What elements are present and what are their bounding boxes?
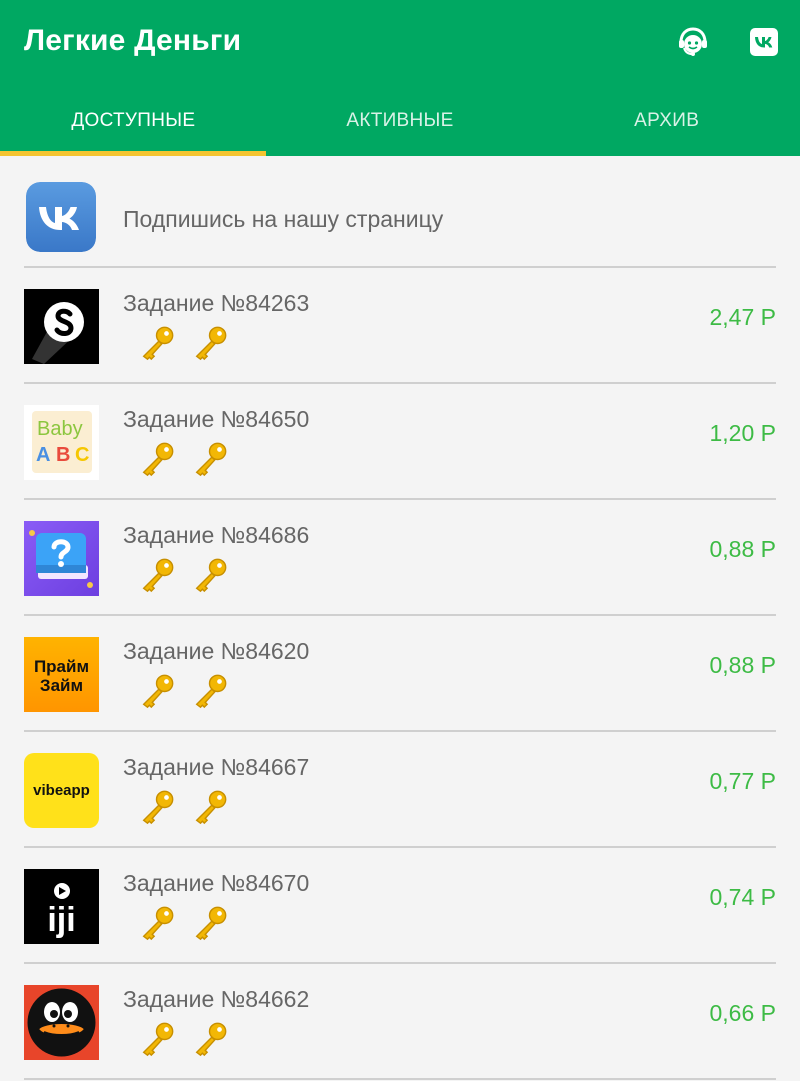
sleek-s-app-icon	[24, 289, 99, 364]
prime-zaim-app-icon: Прайм Займ	[24, 637, 99, 712]
key-rating	[138, 324, 229, 362]
task-row[interactable]: Задание №84263 2,47 Р	[0, 268, 800, 384]
vk-logo-icon	[26, 182, 96, 252]
vibeapp-app-icon: vibeapp	[24, 753, 99, 828]
tab-available[interactable]: ДОСТУПНЫЕ	[0, 88, 267, 156]
vk-icon[interactable]	[746, 24, 782, 60]
task-row[interactable]: Задание №84686 0,88 Р	[0, 500, 800, 616]
prime-zaim-icon-text: Займ	[40, 676, 83, 695]
task-title: Задание №84686	[123, 522, 310, 548]
key-icon	[195, 790, 227, 825]
iji-app-icon: iji	[24, 869, 99, 944]
baby-abc-app-icon: Baby A B C	[24, 405, 99, 480]
task-price: 0,74 Р	[709, 884, 777, 910]
key-rating	[138, 556, 229, 594]
task-title: Задание №84620	[123, 638, 310, 664]
task-row[interactable]: Прайм Займ Задание №84620 0,88 Р	[0, 616, 800, 732]
quiz-book-app-icon	[24, 521, 99, 596]
task-price: 0,66 Р	[709, 1000, 777, 1026]
task-title: Задание №84670	[123, 870, 310, 896]
task-price: 1,20 Р	[709, 420, 777, 446]
task-price: 2,47 Р	[709, 304, 777, 330]
key-rating	[138, 788, 229, 826]
key-rating	[138, 440, 229, 478]
task-row[interactable]: Baby A B C Задание №84650 1,20 Р	[0, 384, 800, 500]
baby-abc-icon-text: C	[75, 444, 89, 466]
baby-abc-icon-text: A	[36, 444, 50, 466]
key-rating	[138, 1020, 229, 1058]
task-title: Задание №84263	[123, 290, 310, 316]
tab-bar: ДОСТУПНЫЕ АКТИВНЫЕ АРХИВ	[0, 88, 800, 156]
key-icon	[195, 1022, 227, 1057]
key-icon	[142, 674, 174, 709]
key-icon	[195, 674, 227, 709]
support-agent-icon[interactable]	[675, 24, 711, 60]
task-row[interactable]: Задание №84662 0,66 Р	[0, 964, 800, 1080]
task-price: 0,88 Р	[709, 652, 777, 678]
task-list: Подпишись на нашу страницу Задание №8426…	[0, 156, 800, 1081]
subscribe-row[interactable]: Подпишись на нашу страницу	[0, 156, 800, 268]
key-icon	[142, 906, 174, 941]
subscribe-label: Подпишись на нашу страницу	[123, 206, 444, 232]
task-title: Задание №84650	[123, 406, 310, 432]
task-price: 0,88 Р	[709, 536, 777, 562]
key-icon	[195, 906, 227, 941]
key-icon	[142, 790, 174, 825]
app-bar: Легкие Деньги ДОСТУПНЫЕ АКТИВНЫЕ АРХИВ	[0, 0, 800, 156]
key-icon	[142, 558, 174, 593]
key-icon	[195, 326, 227, 361]
vibeapp-icon-text: vibeapp	[33, 782, 90, 799]
task-title: Задание №84667	[123, 754, 310, 780]
key-rating	[138, 672, 229, 710]
iji-icon-text: iji	[47, 901, 75, 939]
tab-archive[interactable]: АРХИВ	[533, 88, 800, 156]
divider	[24, 1078, 776, 1080]
prime-zaim-icon-text: Прайм	[34, 657, 89, 676]
baby-abc-icon-text: Baby	[37, 418, 83, 440]
task-title: Задание №84662	[123, 986, 310, 1012]
key-icon	[195, 558, 227, 593]
key-icon	[195, 442, 227, 477]
key-icon	[142, 326, 174, 361]
task-row[interactable]: iji Задание №84670 0,74 Р	[0, 848, 800, 964]
task-row[interactable]: vibeapp Задание №84667 0,77 Р	[0, 732, 800, 848]
key-icon	[142, 442, 174, 477]
key-rating	[138, 904, 229, 942]
app-title: Легкие Деньги	[24, 24, 242, 57]
task-price: 0,77 Р	[709, 768, 777, 794]
duck-app-icon	[24, 985, 99, 1060]
key-icon	[142, 1022, 174, 1057]
tab-active[interactable]: АКТИВНЫЕ	[267, 88, 534, 156]
baby-abc-icon-text: B	[56, 444, 70, 466]
